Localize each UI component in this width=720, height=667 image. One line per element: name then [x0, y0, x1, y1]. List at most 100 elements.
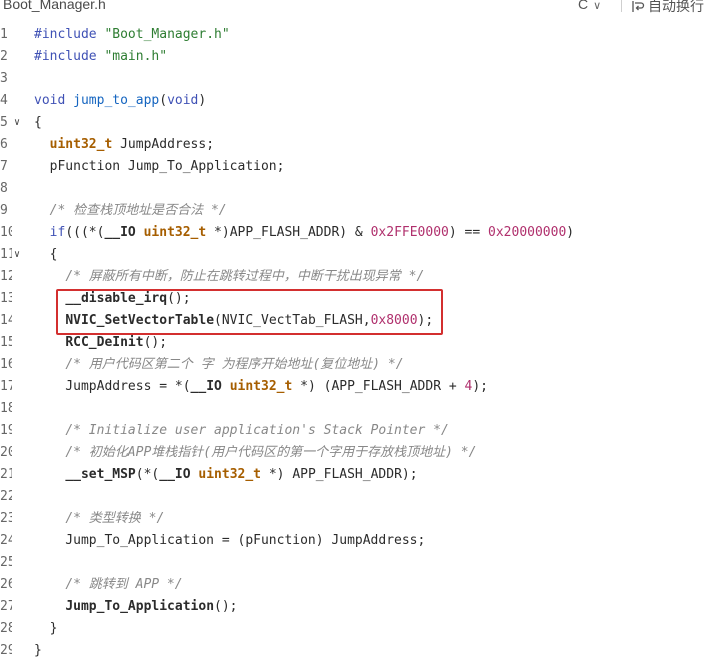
code-token: jump_to_app [73, 93, 160, 108]
code-line: 10 if(((*(__IO uint32_t *)APP_FLASH_ADDR… [0, 222, 720, 244]
line-number: 15 [0, 335, 12, 350]
line-number: 16 [0, 357, 12, 372]
code-token: *) APP_FLASH_ADDR); [261, 467, 418, 482]
wrap-icon [632, 1, 645, 12]
code-token: ) [198, 93, 207, 108]
code-line: 29} [0, 640, 720, 662]
code-text: { [34, 244, 58, 266]
highlight-box [56, 289, 443, 335]
code-token: { [34, 115, 42, 130]
line-number: 1 [0, 27, 8, 42]
code-token: (((*( [65, 225, 105, 240]
code-text: /* 用户代码区第二个 字 为程序开始地址(复位地址) */ [34, 354, 404, 376]
code-text: { [34, 112, 42, 134]
line-number: 11 [0, 247, 12, 262]
code-block: 1 #include "Boot_Manager.h" 2 #include "mai… [0, 24, 720, 662]
code-token: __IO [159, 467, 191, 482]
code-text: RCC_DeInit(); [34, 332, 167, 354]
line-number: 10 [0, 225, 12, 240]
word-wrap-toggle[interactable]: 自动换行 [632, 0, 704, 16]
line-number: 20 [0, 445, 12, 460]
code-text: /* 跳转到 APP */ [34, 574, 182, 596]
line-number: 21 [0, 467, 12, 482]
line-number: 12 [0, 269, 12, 284]
code-token: 0x20000000 [488, 225, 567, 240]
line-number: 17 [0, 379, 12, 394]
language-label: C [578, 0, 589, 12]
code-text: void jump_to_app(void) [34, 90, 206, 112]
code-line: 27 Jump_To_Application(); [0, 596, 720, 618]
code-token: } [34, 621, 58, 636]
code-token: void [34, 93, 74, 108]
line-number: 27 [0, 599, 12, 614]
code-token: RCC_DeInit [65, 335, 144, 350]
code-token: uint32_t [49, 137, 113, 152]
code-text: uint32_t JumpAddress; [34, 134, 214, 156]
code-token: #include [34, 27, 105, 42]
code-line: 17 JumpAddress = *(__IO uint32_t *) (APP… [0, 376, 720, 398]
code-token: } [34, 643, 42, 658]
fold-chevron-icon[interactable]: ∨ [14, 112, 20, 134]
code-token: JumpAddress = *( [34, 379, 191, 394]
code-token: "main.h" [104, 49, 168, 64]
code-token: ) == [448, 225, 489, 240]
code-text: if(((*(__IO uint32_t *)APP_FLASH_ADDR) &… [34, 222, 574, 244]
code-line: 23 /* 类型转换 */ [0, 508, 720, 530]
line-number: 25 [0, 555, 12, 570]
code-line: 15 RCC_DeInit(); [0, 332, 720, 354]
code-text: /* Initialize user application's Stack P… [34, 420, 449, 442]
code-line: 3 [0, 68, 720, 90]
fold-chevron-icon[interactable]: ∨ [14, 244, 20, 266]
line-number: 18 [0, 401, 12, 416]
code-token: Jump_To_Application [65, 599, 215, 614]
code-text: /* 屏蔽所有中断，防止在跳转过程中，中断干扰出现异常 */ [34, 266, 424, 288]
code-line: 28 } [0, 618, 720, 640]
code-line: 4 void jump_to_app(void) [0, 90, 720, 112]
line-number: 19 [0, 423, 12, 438]
code-token: pFunction Jump_To_Application; [34, 159, 285, 174]
code-text: } [34, 640, 42, 662]
line-number: 13 [0, 291, 12, 306]
line-number: 29 [0, 643, 12, 658]
code-token: ); [472, 379, 488, 394]
code-token: (); [214, 599, 238, 614]
code-token: /* Initialize user application's Stack P… [65, 423, 449, 438]
code-line: 8 [0, 178, 720, 200]
code-token: void [167, 93, 199, 108]
line-number: 2 [0, 49, 8, 64]
code-token: *)APP_FLASH_ADDR) & [206, 225, 371, 240]
code-token: __set_MSP [65, 467, 136, 482]
code-token: /* 屏蔽所有中断，防止在跳转过程中，中断干扰出现异常 */ [65, 269, 425, 284]
code-line: 12 /* 屏蔽所有中断，防止在跳转过程中，中断干扰出现异常 */ [0, 266, 720, 288]
code-token: JumpAddress; [112, 137, 215, 152]
code-line: 25 [0, 552, 720, 574]
line-number: 3 [0, 71, 8, 86]
language-select[interactable]: C ∨ [578, 0, 601, 12]
code-token: 0x2FFE0000 [370, 225, 449, 240]
code-line: 19 /* Initialize user application's Stac… [0, 420, 720, 442]
code-text: /* 检查栈顶地址是否合法 */ [34, 200, 227, 222]
code-token: ( [159, 93, 168, 108]
code-token: (*( [135, 467, 160, 482]
code-token: uint32_t [198, 467, 262, 482]
line-number: 22 [0, 489, 12, 504]
code-line: 1 #include "Boot_Manager.h" [0, 24, 720, 46]
line-number: 4 [0, 93, 8, 108]
code-token: "Boot_Manager.h" [104, 27, 230, 42]
file-name: Boot_Manager.h [3, 0, 106, 12]
code-token: __IO [190, 379, 222, 394]
code-line: 6 uint32_t JumpAddress; [0, 134, 720, 156]
code-line: 21 __set_MSP(*(__IO uint32_t *) APP_FLAS… [0, 464, 720, 486]
code-line: 24 Jump_To_Application = (pFunction) Jum… [0, 530, 720, 552]
line-number: 7 [0, 159, 8, 174]
code-token: { [34, 247, 58, 262]
code-token: /* 用户代码区第二个 字 为程序开始地址(复位地址) */ [65, 357, 404, 372]
